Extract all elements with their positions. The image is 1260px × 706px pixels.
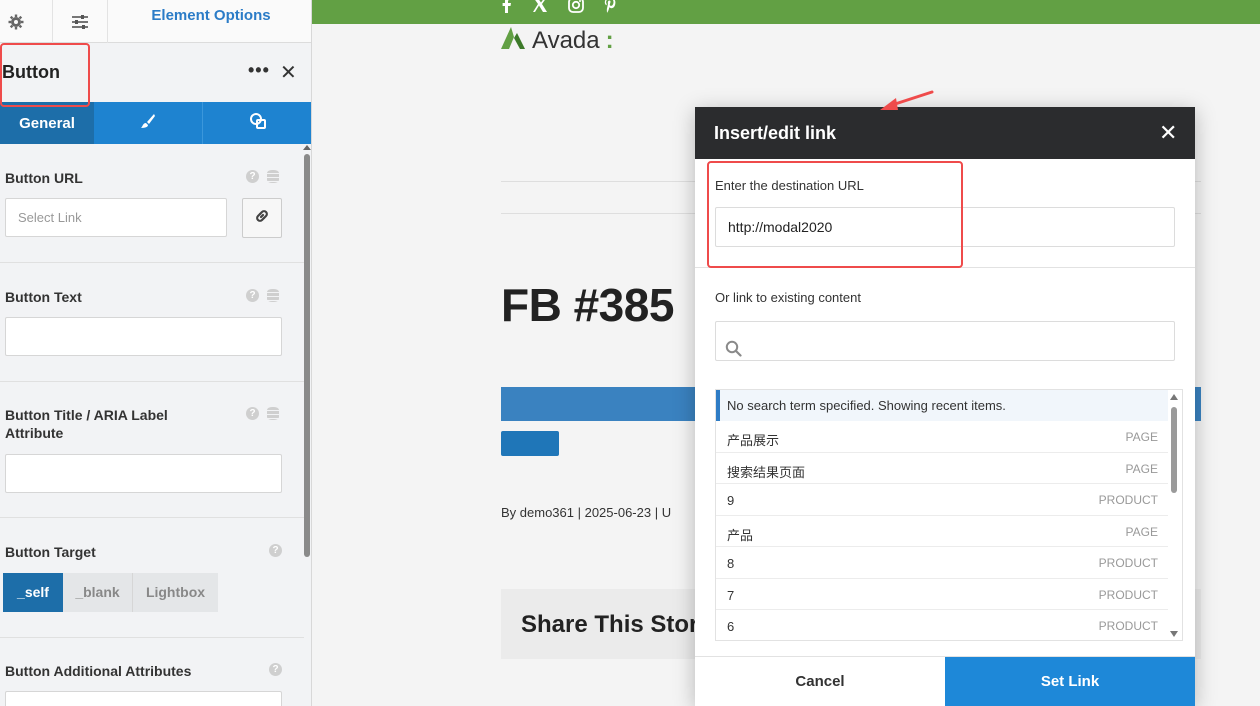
- item-type: PRODUCT: [1098, 493, 1158, 507]
- item-type: PAGE: [1125, 430, 1158, 444]
- sliders-icon[interactable]: [52, 0, 108, 43]
- avada-logo-icon: [500, 26, 526, 55]
- search-icon: [725, 333, 742, 371]
- button-url-input[interactable]: Select Link: [5, 198, 227, 237]
- link-icon: [254, 208, 270, 229]
- button-url-label: Button URL: [5, 170, 83, 186]
- settings-gear-icon[interactable]: [0, 0, 32, 43]
- dialog-close-icon[interactable]: ✕: [1159, 120, 1177, 146]
- list-item[interactable]: 搜索结果页面 PAGE: [716, 453, 1168, 484]
- cancel-button[interactable]: Cancel: [695, 657, 945, 706]
- target-lightbox-option[interactable]: Lightbox: [133, 573, 218, 612]
- sidebar-topbar: Element Options: [0, 0, 311, 43]
- social-icons: [502, 0, 616, 18]
- results-notice: No search term specified. Showing recent…: [716, 390, 1168, 421]
- target-self-option[interactable]: _self: [3, 573, 63, 612]
- item-type: PRODUCT: [1098, 619, 1158, 633]
- tab-general[interactable]: General: [0, 102, 94, 144]
- sidebar-scrollbar[interactable]: [304, 154, 310, 557]
- results-scroll-up[interactable]: [1170, 394, 1178, 400]
- target-field-icons: ?: [269, 544, 282, 557]
- help-icon[interactable]: ?: [269, 544, 282, 557]
- logo-colon: :: [605, 26, 614, 54]
- button-attrs-input[interactable]: [5, 691, 282, 706]
- close-panel-icon[interactable]: ✕: [280, 60, 297, 85]
- button-text-input[interactable]: [5, 317, 282, 356]
- sidebar-scroll-up[interactable]: [303, 145, 311, 150]
- title-field-icons: ?: [246, 407, 279, 420]
- item-type: PAGE: [1125, 524, 1158, 539]
- dynamic-data-icon[interactable]: [267, 407, 279, 420]
- facebook-icon[interactable]: [502, 0, 512, 18]
- x-twitter-icon[interactable]: [532, 0, 548, 17]
- button-title-input[interactable]: [5, 454, 282, 493]
- item-type: PRODUCT: [1098, 556, 1158, 570]
- panel-title: Element Options: [151, 7, 271, 24]
- results-scroll-down[interactable]: [1170, 631, 1178, 637]
- highlight-box-element-name: [0, 43, 90, 107]
- site-logo[interactable]: Avada :: [500, 26, 614, 55]
- logo-text: Avada: [532, 26, 600, 54]
- divider: [0, 381, 304, 382]
- item-title: 产品展示: [727, 433, 780, 448]
- button-title-label: Button Title / ARIA Label Attribute: [5, 407, 168, 441]
- help-icon[interactable]: ?: [246, 289, 259, 302]
- select-link-button[interactable]: [242, 198, 282, 238]
- button-text-label: Button Text: [5, 289, 82, 305]
- results-scrollbar[interactable]: [1171, 407, 1177, 493]
- divider: [0, 637, 304, 638]
- button-target-label: Button Target: [5, 544, 96, 560]
- divider: [0, 262, 304, 263]
- search-input[interactable]: [715, 321, 1175, 361]
- help-icon[interactable]: ?: [269, 663, 282, 676]
- dialog-title: Insert/edit link: [714, 123, 837, 143]
- tab-design[interactable]: [94, 102, 203, 144]
- item-type: PAGE: [1125, 461, 1158, 476]
- set-link-button[interactable]: Set Link: [945, 657, 1195, 706]
- pinterest-icon[interactable]: [604, 0, 616, 18]
- button-attrs-label: Button Additional Attributes: [5, 663, 192, 679]
- list-item[interactable]: 8 PRODUCT: [716, 547, 1168, 579]
- list-item[interactable]: 7 PRODUCT: [716, 579, 1168, 610]
- list-item[interactable]: 产品 PAGE: [716, 516, 1168, 547]
- dynamic-data-icon[interactable]: [267, 289, 279, 302]
- text-field-icons: ?: [246, 289, 279, 302]
- url-field-icons: ?: [246, 170, 279, 183]
- post-title: FB #385: [501, 279, 674, 331]
- list-item[interactable]: 产品展示 PAGE: [716, 421, 1168, 453]
- item-type: PRODUCT: [1098, 587, 1158, 602]
- item-title: 搜索结果页面: [727, 464, 806, 480]
- extras-icon: [249, 112, 267, 134]
- preview-button[interactable]: [501, 431, 559, 456]
- list-item[interactable]: 6 PRODUCT: [716, 610, 1168, 640]
- tab-extras[interactable]: [203, 102, 311, 144]
- help-icon[interactable]: ?: [246, 170, 259, 183]
- brush-icon: [140, 113, 156, 133]
- list-item[interactable]: 9 PRODUCT: [716, 484, 1168, 516]
- target-blank-option[interactable]: _blank: [63, 573, 133, 612]
- item-title: 9: [727, 493, 735, 508]
- dialog-footer: Cancel Set Link: [695, 656, 1195, 706]
- item-title: 产品: [727, 527, 754, 543]
- existing-content-label: Or link to existing content: [715, 290, 861, 305]
- item-title: 8: [727, 556, 735, 571]
- instagram-icon[interactable]: [568, 0, 584, 18]
- item-title: 6: [727, 619, 735, 634]
- dialog-header: Insert/edit link ✕: [695, 107, 1195, 159]
- button-target-options: _self _blank Lightbox: [3, 573, 218, 612]
- results-list: No search term specified. Showing recent…: [715, 389, 1183, 641]
- more-options-icon[interactable]: •••: [248, 61, 270, 79]
- share-heading: Share This Story: [521, 611, 712, 638]
- option-tabs: General: [0, 102, 311, 144]
- highlight-box-url: [707, 161, 963, 268]
- attrs-field-icons: ?: [269, 663, 282, 676]
- annotation-arrow-icon: [880, 90, 934, 110]
- dynamic-data-icon[interactable]: [267, 170, 279, 183]
- top-social-bar: [312, 0, 1260, 24]
- item-title: 7: [727, 587, 735, 603]
- help-icon[interactable]: ?: [246, 407, 259, 420]
- post-meta: By demo361 | 2025-06-23 | U: [501, 505, 672, 520]
- divider: [0, 517, 304, 518]
